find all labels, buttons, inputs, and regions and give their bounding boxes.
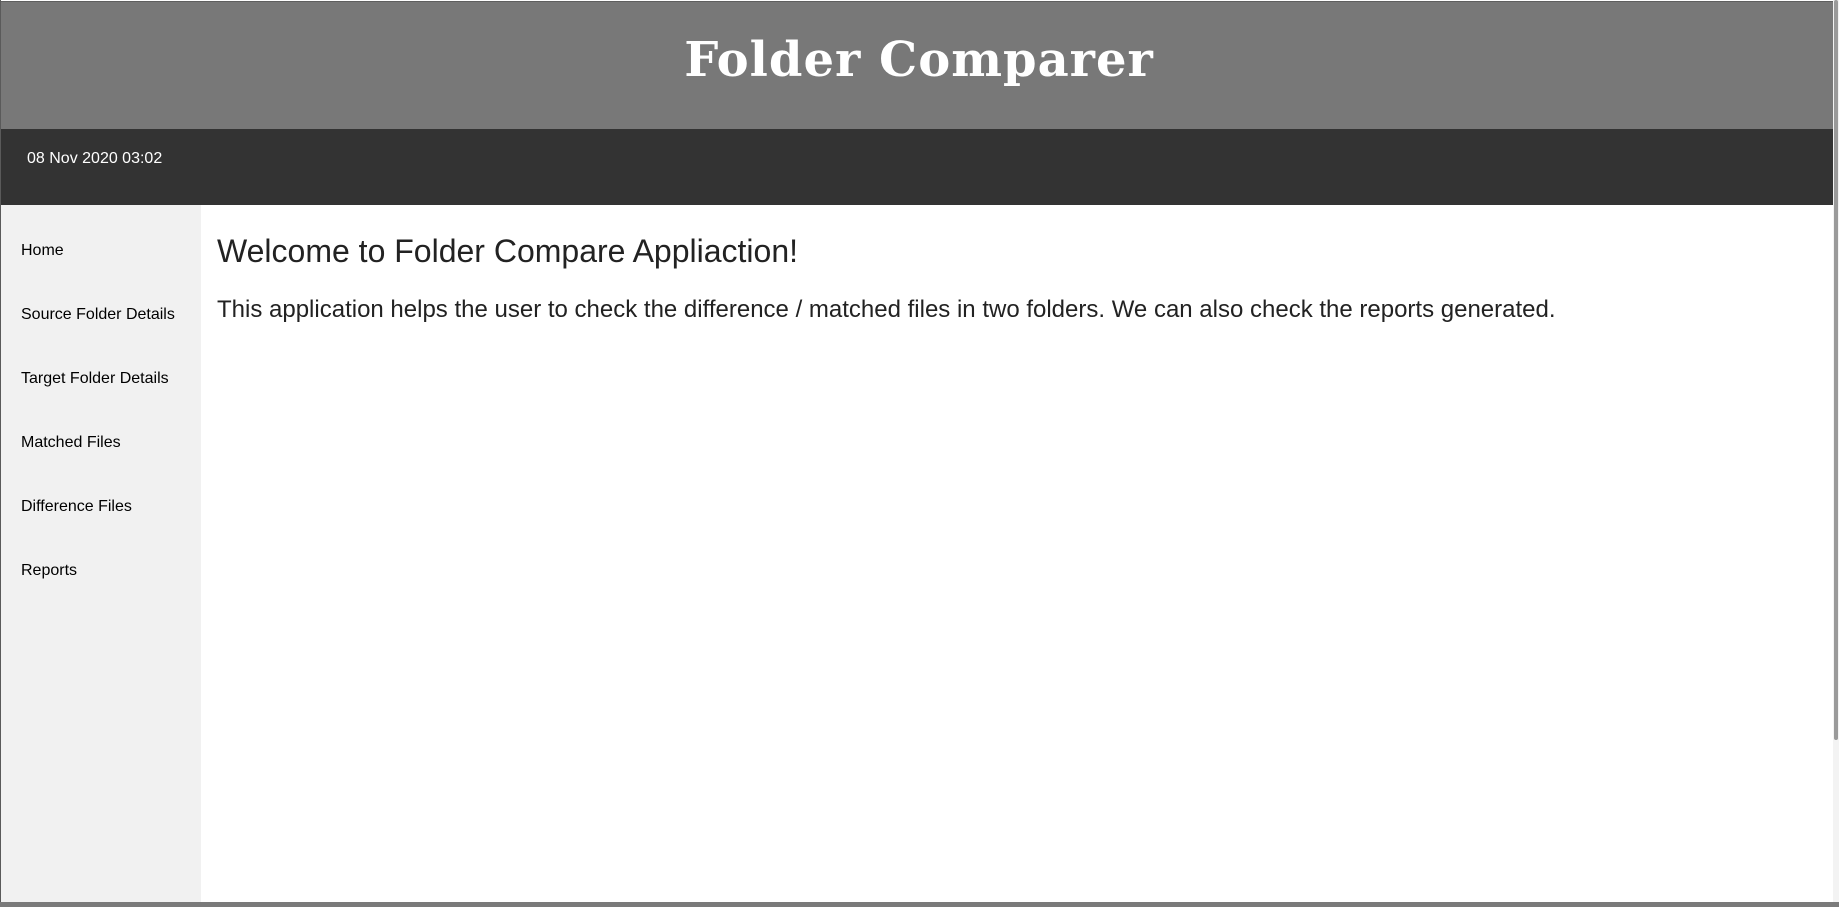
bottom-edge bbox=[0, 902, 1839, 907]
vertical-scrollbar-thumb[interactable] bbox=[1834, 0, 1838, 740]
sidebar-item-difference-files[interactable]: Difference Files bbox=[1, 479, 201, 543]
sidebar-item-source-folder-details[interactable]: Source Folder Details bbox=[1, 287, 201, 351]
welcome-description: This application helps the user to check… bbox=[217, 296, 1556, 323]
sidebar-item-matched-files[interactable]: Matched Files bbox=[1, 415, 201, 479]
main-content: Welcome to Folder Compare Appliaction! T… bbox=[201, 205, 1833, 902]
app-window: Folder Comparer 08 Nov 2020 03:02 Home S… bbox=[0, 0, 1839, 907]
welcome-heading: Welcome to Folder Compare Appliaction! bbox=[217, 233, 799, 269]
date-bar: 08 Nov 2020 03:02 bbox=[1, 129, 1833, 205]
sidebar-item-target-folder-details[interactable]: Target Folder Details bbox=[1, 351, 201, 415]
app-title: Folder Comparer bbox=[684, 32, 1154, 88]
app-header: Folder Comparer bbox=[1, 1, 1833, 129]
sidebar-item-reports[interactable]: Reports bbox=[1, 543, 201, 607]
sidebar-item-home[interactable]: Home bbox=[1, 223, 201, 287]
sidebar-nav: Home Source Folder Details Target Folder… bbox=[1, 205, 201, 902]
current-datetime: 08 Nov 2020 03:02 bbox=[27, 150, 163, 167]
